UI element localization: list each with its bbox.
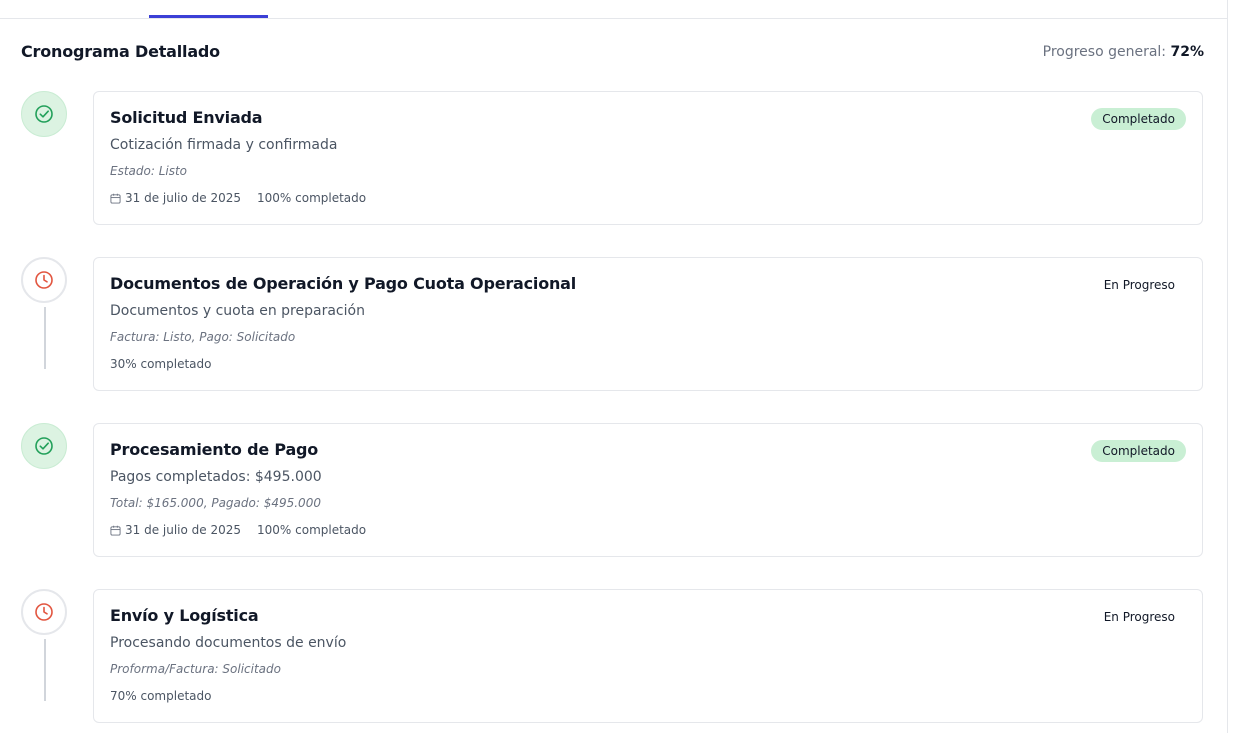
tabs-bar	[0, 0, 1227, 19]
step-card[interactable]: Documentos de Operación y Pago Cuota Ope…	[93, 257, 1203, 391]
timeline-step: Procesamiento de Pago Completado Pagos c…	[21, 423, 1203, 557]
step-card[interactable]: Solicitud Enviada Completado Cotización …	[93, 91, 1203, 225]
step-detail: Factura: Listo, Pago: Solicitado	[110, 330, 296, 344]
step-meta: 31 de julio de 2025 100% completado	[110, 191, 366, 205]
check-circle-icon	[35, 437, 53, 455]
status-badge: Completado	[1091, 108, 1186, 130]
step-status-marker	[21, 91, 67, 137]
check-circle-icon	[35, 105, 53, 123]
step-title: Documentos de Operación y Pago Cuota Ope…	[110, 274, 577, 293]
section-header: Cronograma Detallado Progreso general: 7…	[21, 42, 1204, 66]
step-date-text: 31 de julio de 2025	[125, 191, 242, 205]
timeline-page: Cronograma Detallado Progreso general: 7…	[0, 0, 1236, 733]
overall-progress-value: 72%	[1170, 44, 1204, 60]
calendar-icon	[110, 193, 121, 204]
timeline-connector	[44, 307, 46, 369]
clock-icon	[35, 271, 53, 289]
scrollbar-track[interactable]	[1227, 0, 1228, 733]
timeline-step: Envío y Logística En Progreso Procesando…	[21, 589, 1203, 723]
step-date: 31 de julio de 2025	[110, 523, 241, 537]
step-status-marker	[21, 257, 67, 303]
step-progress: 70% completado	[110, 689, 212, 703]
active-tab-indicator	[149, 15, 268, 18]
step-description: Pagos completados: $495.000	[110, 469, 322, 485]
step-meta: 70% completado	[110, 689, 211, 703]
step-progress: 100% completado	[257, 191, 367, 205]
step-title: Solicitud Enviada	[110, 108, 263, 127]
step-meta: 31 de julio de 2025 100% completado	[110, 523, 366, 537]
step-progress: 30% completado	[110, 357, 212, 371]
step-description: Cotización firmada y confirmada	[110, 137, 338, 153]
overall-progress-label: Progreso general:	[1042, 44, 1167, 60]
step-status-marker	[21, 423, 67, 469]
timeline-step: Documentos de Operación y Pago Cuota Ope…	[21, 257, 1203, 391]
step-date-text: 31 de julio de 2025	[125, 523, 242, 537]
calendar-icon	[110, 525, 121, 536]
step-date: 31 de julio de 2025	[110, 191, 241, 205]
step-meta: 30% completado	[110, 357, 211, 371]
step-status-marker	[21, 589, 67, 635]
step-title: Envío y Logística	[110, 606, 259, 625]
step-detail: Proforma/Factura: Solicitado	[110, 662, 281, 676]
step-progress: 100% completado	[257, 523, 367, 537]
clock-icon	[35, 603, 53, 621]
step-card[interactable]: Procesamiento de Pago Completado Pagos c…	[93, 423, 1203, 557]
step-detail: Estado: Listo	[110, 164, 188, 178]
step-card[interactable]: Envío y Logística En Progreso Procesando…	[93, 589, 1203, 723]
page-title: Cronograma Detallado	[21, 42, 220, 61]
timeline-connector	[44, 639, 46, 701]
overall-progress: Progreso general: 72%	[1043, 44, 1204, 60]
status-badge: En Progreso	[1092, 274, 1186, 296]
step-description: Procesando documentos de envío	[110, 635, 347, 651]
step-detail: Total: $165.000, Pagado: $495.000	[110, 496, 321, 510]
status-badge: Completado	[1091, 440, 1186, 462]
status-badge: En Progreso	[1092, 606, 1186, 628]
step-description: Documentos y cuota en preparación	[110, 303, 365, 319]
step-title: Procesamiento de Pago	[110, 440, 319, 459]
timeline-step: Solicitud Enviada Completado Cotización …	[21, 91, 1203, 225]
